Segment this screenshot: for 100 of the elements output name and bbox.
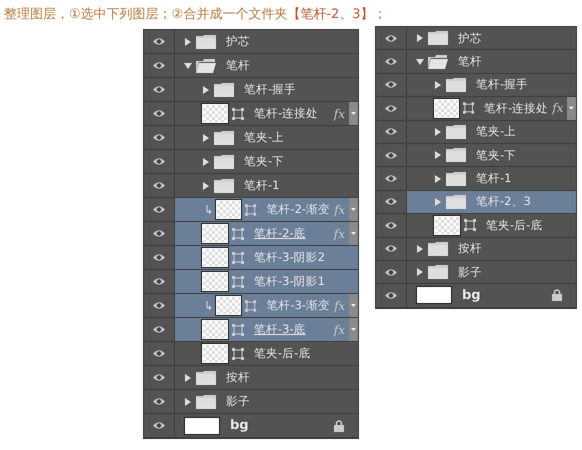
- layer-name: 笔杆-3-阴影1: [254, 274, 325, 289]
- layer-row[interactable]: 笔杆-1: [175, 174, 358, 197]
- disclosure-triangle-icon[interactable]: [434, 198, 442, 206]
- layer-name: 笔杆-3-底: [254, 322, 306, 337]
- folder-icon: [214, 178, 234, 192]
- eye-icon[interactable]: [152, 157, 166, 166]
- vector-mask-icon: [232, 108, 244, 120]
- layer-row[interactable]: 笔杆-3-渐变 fx: [175, 294, 358, 317]
- eye-icon[interactable]: [384, 127, 398, 136]
- eye-icon[interactable]: [152, 301, 166, 310]
- layer-thumbnail: [202, 224, 228, 243]
- layer-row[interactable]: 按杆: [175, 366, 358, 389]
- eye-icon[interactable]: [152, 205, 166, 214]
- layer-row[interactable]: 笔夹-上: [407, 120, 576, 143]
- layer-row[interactable]: 护芯: [407, 27, 576, 50]
- dropdown-caret-icon[interactable]: [349, 294, 358, 317]
- eye-icon[interactable]: [152, 349, 166, 358]
- layer-row[interactable]: 笔杆-3-阴影1: [175, 270, 358, 293]
- layer-row[interactable]: 影子: [407, 260, 576, 284]
- eye-icon[interactable]: [152, 37, 166, 46]
- disclosure-triangle-icon[interactable]: [416, 268, 424, 276]
- disclosure-triangle-icon[interactable]: [434, 128, 442, 136]
- dropdown-caret-icon[interactable]: [567, 97, 576, 120]
- layer-row[interactable]: 护芯: [175, 30, 358, 53]
- layer-row[interactable]: 笔杆-3-底 fx: [175, 318, 358, 341]
- layer-row[interactable]: 按杆: [407, 238, 576, 260]
- dropdown-caret-icon[interactable]: [349, 198, 358, 221]
- eye-icon[interactable]: [152, 85, 166, 94]
- effects-badge[interactable]: fx: [552, 101, 564, 116]
- eye-icon[interactable]: [384, 34, 398, 43]
- layer-row[interactable]: bg: [407, 284, 576, 307]
- folder-icon: [446, 172, 466, 186]
- layer-row[interactable]: 笔夹-上: [175, 126, 358, 149]
- eye-icon[interactable]: [152, 61, 166, 70]
- disclosure-triangle-icon[interactable]: [202, 158, 210, 166]
- eye-icon[interactable]: [384, 220, 398, 230]
- layer-row[interactable]: 笔杆-握手: [175, 78, 358, 101]
- eye-icon[interactable]: [152, 181, 166, 190]
- disclosure-triangle-icon[interactable]: [184, 374, 192, 382]
- eye-icon[interactable]: [384, 290, 398, 300]
- layer-row[interactable]: 笔杆-1: [407, 167, 576, 190]
- disclosure-triangle-icon[interactable]: [202, 182, 210, 190]
- eye-icon[interactable]: [384, 104, 398, 113]
- disclosure-triangle-icon[interactable]: [416, 34, 424, 42]
- eye-icon[interactable]: [152, 229, 166, 238]
- eye-icon[interactable]: [384, 150, 398, 160]
- disclosure-triangle-icon[interactable]: [434, 80, 442, 89]
- layer-name: 笔杆-2-底: [254, 226, 306, 241]
- folder-icon: [196, 58, 216, 72]
- eye-icon[interactable]: [152, 421, 166, 430]
- disclosure-triangle-icon[interactable]: [434, 174, 442, 183]
- layer-row[interactable]: 笔夹-下: [407, 144, 576, 166]
- eye-icon[interactable]: [152, 109, 166, 118]
- layer-name: 笔杆-3-渐变: [266, 298, 330, 313]
- eye-icon[interactable]: [384, 57, 398, 66]
- eye-icon[interactable]: [152, 325, 166, 334]
- layer-row[interactable]: bg: [175, 414, 358, 437]
- layer-row[interactable]: 笔杆: [407, 50, 576, 73]
- eye-icon[interactable]: [152, 253, 166, 262]
- layer-row[interactable]: 笔杆-3-阴影2: [175, 246, 358, 269]
- layer-thumbnail: [434, 216, 460, 235]
- vector-mask-icon: [244, 204, 256, 216]
- layer-row[interactable]: 笔夹-后-底: [175, 342, 358, 365]
- layer-row[interactable]: 笔夹-下: [175, 150, 358, 173]
- disclosure-triangle-icon[interactable]: [202, 134, 210, 142]
- layer-row[interactable]: 笔杆-握手: [407, 74, 576, 96]
- eye-icon[interactable]: [384, 174, 398, 184]
- layer-row[interactable]: 笔杆-2-底 fx: [175, 222, 358, 245]
- eye-icon[interactable]: [384, 244, 398, 254]
- disclosure-triangle-icon[interactable]: [416, 58, 424, 66]
- disclosure-triangle-icon[interactable]: [184, 62, 192, 70]
- layer-row[interactable]: 笔杆-2-渐变 fx: [175, 198, 358, 221]
- eye-icon[interactable]: [152, 277, 166, 286]
- eye-icon[interactable]: [384, 80, 398, 90]
- eye-icon[interactable]: [152, 373, 166, 382]
- layer-name: 笔杆-握手: [244, 82, 296, 97]
- layer-row[interactable]: 笔杆-连接处 fx: [407, 97, 576, 120]
- disclosure-triangle-icon[interactable]: [434, 151, 442, 160]
- eye-icon[interactable]: [152, 397, 166, 406]
- folder-icon: [446, 78, 466, 92]
- layer-thumbnail: [202, 104, 228, 123]
- layer-thumbnail: [216, 296, 241, 315]
- folder-icon: [214, 154, 234, 168]
- eye-icon[interactable]: [384, 197, 398, 206]
- layer-name: 笔杆: [458, 54, 482, 70]
- eye-icon[interactable]: [384, 268, 398, 277]
- disclosure-triangle-icon[interactable]: [416, 244, 424, 253]
- eye-icon[interactable]: [152, 133, 166, 142]
- layer-row[interactable]: 笔杆-2、3: [407, 190, 576, 214]
- layer-row[interactable]: 笔夹-后-底: [407, 214, 576, 237]
- disclosure-triangle-icon[interactable]: [184, 38, 192, 46]
- disclosure-triangle-icon[interactable]: [202, 86, 210, 94]
- folder-icon: [196, 370, 216, 384]
- effects-badge[interactable]: fx: [334, 106, 345, 120]
- layer-name: 按杆: [458, 241, 482, 256]
- layer-row[interactable]: 笔杆-连接处 fx: [175, 102, 358, 125]
- disclosure-triangle-icon[interactable]: [184, 398, 192, 406]
- layer-row[interactable]: 影子: [175, 390, 358, 413]
- vector-mask-icon: [232, 252, 244, 264]
- layer-row[interactable]: 笔杆: [175, 54, 358, 77]
